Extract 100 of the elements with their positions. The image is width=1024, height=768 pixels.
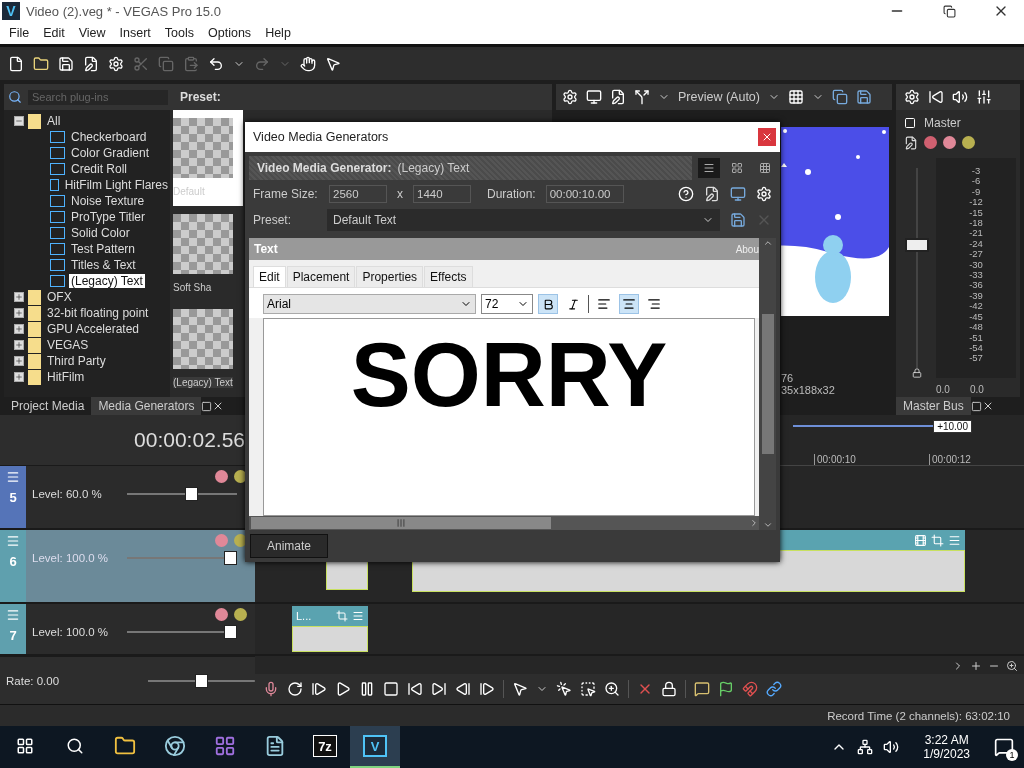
- open-folder-icon[interactable]: [33, 55, 49, 72]
- lock-icon[interactable]: [661, 681, 677, 697]
- save-snapshot-icon[interactable]: [856, 89, 872, 105]
- size-dropdown[interactable]: 72: [481, 294, 533, 314]
- menu-icon[interactable]: [352, 610, 364, 622]
- notification-icon[interactable]: [994, 737, 1014, 757]
- tree-item[interactable]: All: [45, 114, 63, 128]
- play-from-start-icon[interactable]: [311, 681, 327, 697]
- slider-thumb[interactable]: [185, 487, 199, 501]
- zoom-icon[interactable]: [1006, 660, 1018, 672]
- view-list-button[interactable]: [698, 158, 720, 178]
- tree-item[interactable]: Titles & Text: [69, 258, 138, 272]
- zoom-in-icon[interactable]: [970, 660, 982, 672]
- font-dropdown[interactable]: Arial: [263, 294, 476, 314]
- menu-item[interactable]: Tools: [157, 26, 202, 40]
- menu-item[interactable]: Insert: [112, 26, 158, 40]
- restore-icon[interactable]: [942, 4, 956, 18]
- text-editor[interactable]: SORRY: [263, 318, 755, 516]
- tree-item[interactable]: Checkerboard: [69, 130, 149, 144]
- maximize-icon[interactable]: [970, 400, 982, 412]
- tree-item[interactable]: (Legacy) Text: [69, 274, 145, 288]
- scroll-up-icon[interactable]: [762, 238, 773, 248]
- selection-tool-icon[interactable]: [580, 681, 596, 697]
- stop-icon[interactable]: [383, 681, 399, 697]
- close-button[interactable]: [758, 128, 776, 146]
- tree-item[interactable]: ProType Titler: [69, 210, 148, 224]
- save-preset-icon[interactable]: [730, 212, 746, 228]
- fader-knob[interactable]: [905, 238, 929, 252]
- crop-icon[interactable]: [931, 533, 944, 547]
- monitor-icon[interactable]: [586, 89, 602, 105]
- preview-icon[interactable]: [730, 186, 746, 202]
- previous-frame-icon[interactable]: [455, 681, 471, 697]
- slider-thumb[interactable]: [224, 551, 237, 565]
- menu-item[interactable]: Edit: [36, 26, 72, 40]
- go-to-start-icon[interactable]: [407, 681, 423, 697]
- video-clip[interactable]: [292, 626, 368, 652]
- expand-icon[interactable]: [14, 340, 24, 350]
- copy-icon[interactable]: [158, 55, 174, 72]
- tree-item[interactable]: Credit Roll: [69, 162, 129, 176]
- duration-field[interactable]: 00:00:10.00: [545, 185, 624, 203]
- animate-button[interactable]: Animate: [250, 534, 329, 558]
- undo-icon[interactable]: [208, 55, 224, 72]
- track-header[interactable]: 7 Level: 100.0 %: [0, 604, 255, 656]
- mixer-icon[interactable]: [976, 89, 992, 105]
- panel-tab[interactable]: Project Media: [4, 397, 92, 415]
- preview-mode-dropdown[interactable]: Preview (Auto): [678, 90, 760, 104]
- scrollbar-thumb[interactable]: [761, 314, 774, 454]
- expand-icon[interactable]: [14, 292, 24, 302]
- tree-item[interactable]: Test Pattern: [69, 242, 138, 256]
- tree-item[interactable]: VEGAS: [45, 338, 91, 352]
- menu-icon[interactable]: [948, 533, 961, 547]
- copy-frame-icon[interactable]: [832, 89, 848, 105]
- search-icon[interactable]: [8, 90, 22, 104]
- grid-icon[interactable]: [788, 89, 804, 105]
- preset-card[interactable]: Soft Sha: [173, 205, 243, 302]
- new-file-icon[interactable]: [8, 55, 24, 72]
- tree-item[interactable]: Solid Color: [69, 226, 132, 240]
- tree-item[interactable]: HitFilm Light Flares: [62, 178, 170, 192]
- tree-item[interactable]: 32-bit floating point: [45, 306, 151, 320]
- expand-icon[interactable]: [14, 324, 24, 334]
- network-icon[interactable]: [857, 739, 874, 755]
- menu-item[interactable]: Options: [201, 26, 259, 40]
- tree-item[interactable]: GPU Accelerated: [45, 322, 142, 336]
- tree-item[interactable]: HitFilm: [45, 370, 87, 384]
- align-button[interactable]: [619, 294, 639, 314]
- marker-badge[interactable]: +10.00: [933, 419, 972, 433]
- slider-thumb[interactable]: [224, 625, 237, 639]
- menu-icon[interactable]: [6, 470, 20, 484]
- width-field[interactable]: 2560: [329, 185, 387, 203]
- checkbox-icon[interactable]: [904, 117, 916, 129]
- split-screen-icon[interactable]: [634, 89, 650, 105]
- scrollbar-thumb[interactable]: [251, 517, 551, 529]
- edit-tool-icon[interactable]: [512, 681, 528, 697]
- scroll-right-icon[interactable]: [749, 518, 759, 528]
- settings-icon[interactable]: [904, 89, 920, 105]
- height-field[interactable]: 1440: [413, 185, 471, 203]
- editor-tab[interactable]: Properties: [356, 266, 424, 287]
- clip-icon[interactable]: [914, 533, 927, 547]
- slider-thumb[interactable]: [195, 673, 209, 688]
- editor-tab[interactable]: Edit: [253, 266, 286, 287]
- settings-icon[interactable]: [108, 55, 124, 72]
- save-icon[interactable]: [58, 55, 74, 72]
- loop-icon[interactable]: [287, 681, 303, 697]
- panel-tab[interactable]: Master Bus: [896, 397, 971, 415]
- preset-dropdown[interactable]: Default Text: [327, 209, 720, 231]
- tree-item[interactable]: Third Party: [45, 354, 108, 368]
- expand-icon[interactable]: [14, 308, 24, 318]
- lock-icon[interactable]: [912, 368, 922, 378]
- go-to-end-icon[interactable]: [431, 681, 447, 697]
- settings-icon[interactable]: [562, 89, 578, 105]
- taskbar-app[interactable]: 7z: [300, 726, 350, 768]
- pause-icon[interactable]: [359, 681, 375, 697]
- menu-item[interactable]: File: [2, 26, 37, 40]
- maximize-icon[interactable]: [201, 400, 213, 412]
- settings-icon[interactable]: [756, 186, 772, 202]
- panel-tab[interactable]: Media Generators: [91, 397, 202, 415]
- expand-icon[interactable]: [14, 356, 24, 366]
- bold-button[interactable]: [538, 294, 558, 314]
- volume-icon[interactable]: [952, 89, 968, 105]
- menu-item[interactable]: View: [71, 26, 113, 40]
